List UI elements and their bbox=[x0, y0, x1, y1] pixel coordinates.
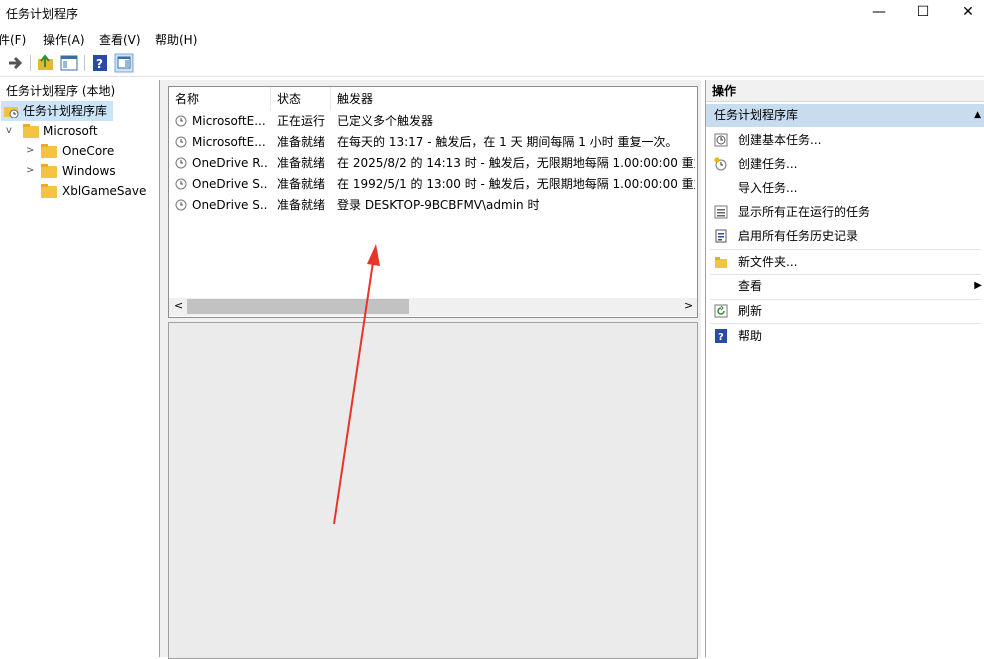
annotation-arrow bbox=[333, 244, 380, 525]
